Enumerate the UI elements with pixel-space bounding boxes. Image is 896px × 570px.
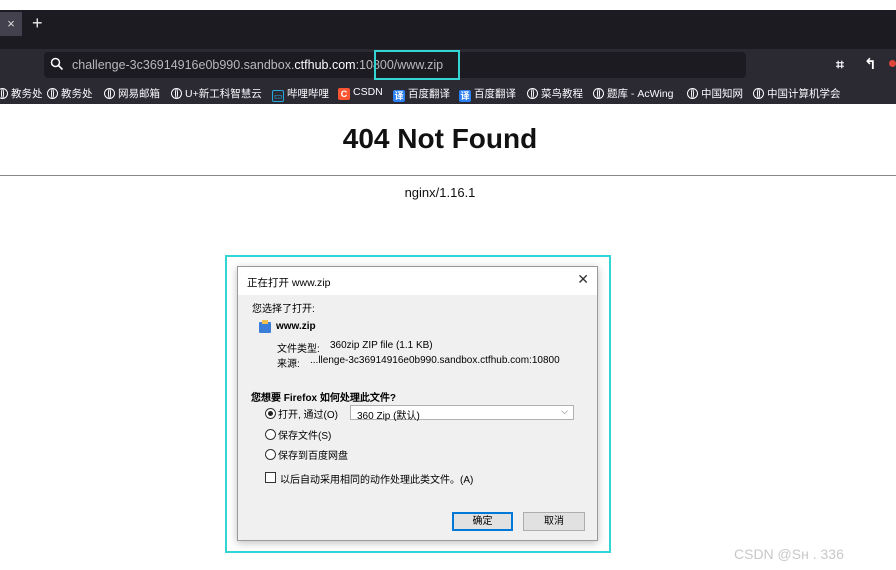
cancel-button[interactable]: 取消 <box>523 512 585 531</box>
bookmark-item[interactable]: U+新工科智慧云 <box>171 86 262 101</box>
bookmark-label: 教务处 <box>11 88 43 100</box>
bookmark-label: 教务处 <box>61 88 93 100</box>
back-arrow-icon[interactable]: ↰ <box>864 55 877 73</box>
status-dot-icon <box>889 60 896 67</box>
save-file-label[interactable]: 保存文件(S) <box>278 427 331 442</box>
source-value: ...llenge-3c36914916e0b990.sandbox.ctfhu… <box>310 355 560 366</box>
bookmark-label: 中国知网 <box>701 88 743 100</box>
globe-icon <box>104 88 115 99</box>
chevron-down-icon: ⌵ <box>561 406 568 416</box>
tab-bar <box>0 10 896 49</box>
save-file-radio[interactable] <box>265 429 276 440</box>
bookmark-item[interactable]: 菜鸟教程 <box>527 86 583 101</box>
open-with-value: 360 Zip (默认) <box>357 411 420 422</box>
bookmark-label: 百度翻译 <box>408 88 450 100</box>
bookmark-item[interactable]: 题库 - AcWing <box>593 86 674 101</box>
globe-icon <box>171 88 182 99</box>
bookmark-item[interactable]: 译百度翻译 <box>393 86 450 102</box>
crop-icon[interactable]: ⌗ <box>836 56 844 73</box>
bookmark-item[interactable]: 中国知网 <box>687 86 743 101</box>
bookmark-label: U+新工科智慧云 <box>185 88 262 100</box>
auto-action-checkbox[interactable] <box>265 472 276 483</box>
globe-icon <box>47 88 58 99</box>
close-tab-icon[interactable]: × <box>0 12 22 36</box>
divider <box>0 175 896 176</box>
save-baidu-radio[interactable] <box>265 449 276 460</box>
csdn-icon: C <box>338 88 350 100</box>
bookmark-label: 题库 - AcWing <box>607 88 674 100</box>
bookmark-item[interactable]: 网易邮箱 <box>104 86 160 101</box>
bilibili-icon: ▭ <box>272 90 284 102</box>
watermark: CSDN @Sн . 336 <box>734 546 844 562</box>
file-name: www.zip <box>276 321 316 332</box>
search-icon <box>50 57 64 71</box>
bookmark-label: 菜鸟教程 <box>541 88 583 100</box>
zip-file-icon <box>259 320 271 333</box>
globe-icon <box>593 88 604 99</box>
bookmark-item[interactable]: 译百度翻译 <box>459 86 516 102</box>
bookmark-label: 百度翻译 <box>474 88 516 100</box>
open-with-label[interactable]: 打开, 通过(O) <box>278 406 338 421</box>
globe-icon <box>0 88 8 99</box>
close-icon[interactable]: ✕ <box>577 271 589 288</box>
ok-button[interactable]: 确定 <box>452 512 513 531</box>
save-baidu-label[interactable]: 保存到百度网盘 <box>278 447 348 462</box>
bookmark-label: 中国计算机学会 <box>767 88 841 100</box>
bookmark-item[interactable]: 中国计算机学会 <box>753 86 841 101</box>
file-type-label: 文件类型: <box>277 344 320 355</box>
url-prefix: challenge-3c36914916e0b990.sandbox. <box>72 58 295 72</box>
bookmark-label: CSDN <box>353 86 383 98</box>
translate-icon: 译 <box>393 90 405 102</box>
bookmark-label: 哔哩哔哩 <box>287 88 329 100</box>
open-file-dialog: 正在打开 www.zip ✕ 您选择了打开: www.zip 文件类型: 360… <box>237 266 598 541</box>
dialog-title: 正在打开 www.zip <box>247 277 331 289</box>
handling-question: 您想要 Firefox 如何处理此文件? <box>251 393 397 404</box>
server-signature: nginx/1.16.1 <box>404 185 476 200</box>
url-host: ctfhub.com <box>294 58 356 72</box>
url-highlight-box <box>374 50 460 80</box>
bookmark-item[interactable]: 教务处 <box>47 86 93 101</box>
file-type-value: 360zip ZIP file (1.1 KB) <box>330 340 433 351</box>
translate-icon: 译 <box>459 90 471 102</box>
globe-icon <box>687 88 698 99</box>
globe-icon <box>527 88 538 99</box>
bookmark-label: 网易邮箱 <box>118 88 160 100</box>
page-title: 404 Not Found <box>342 123 538 154</box>
globe-icon <box>753 88 764 99</box>
bookmark-item[interactable]: 教务处 <box>0 86 43 101</box>
bookmark-item[interactable]: C CSDN <box>338 86 383 100</box>
open-with-radio[interactable] <box>265 408 276 419</box>
top-strip <box>0 0 896 10</box>
source-label: 来源: <box>277 359 300 370</box>
new-tab-button[interactable]: + <box>32 13 43 33</box>
auto-action-label[interactable]: 以后自动采用相同的动作处理此类文件。(A) <box>280 471 473 486</box>
open-with-select[interactable]: 360 Zip (默认) ⌵ <box>350 405 574 422</box>
chosen-label: 您选择了打开: <box>252 304 315 315</box>
bookmark-item[interactable]: ▭ 哔哩哔哩 <box>272 86 329 102</box>
